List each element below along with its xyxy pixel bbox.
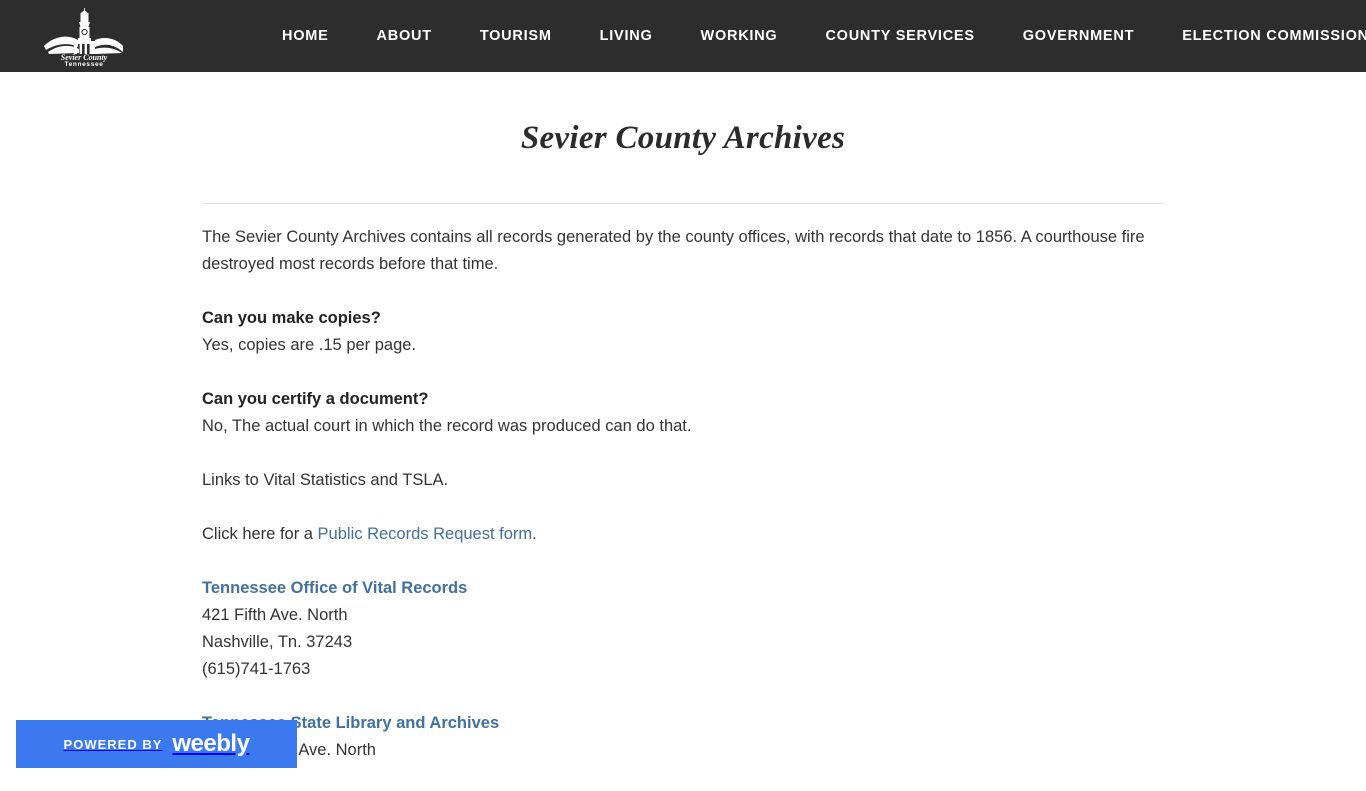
site-logo[interactable]: Sevier County Tennessee <box>38 6 130 68</box>
question-copies: Can you make copies? <box>202 309 381 327</box>
address-line: Nashville, Tn. 37243 <box>202 633 353 651</box>
page-title: Sevier County Archives <box>520 120 846 156</box>
sevier-county-courthouse-logo-icon: Sevier County Tennessee <box>44 8 123 68</box>
nav-item-working[interactable]: WORKING <box>689 28 790 44</box>
intro-paragraph: The Sevier County Archives contains all … <box>202 228 1145 273</box>
nav-item-about[interactable]: ABOUT <box>365 28 444 44</box>
links-note: Links to Vital Statistics and TSLA. <box>202 471 449 489</box>
address-block-vital-records: Tennessee Office of Vital Records 421 Fi… <box>202 575 1172 683</box>
nav-item-living[interactable]: LIVING <box>588 28 665 44</box>
powered-by-weebly-badge[interactable]: POWERED BY weebly <box>16 720 297 768</box>
main-navigation: HOME ABOUT TOURISM LIVING WORKING COUNTY… <box>270 0 1366 72</box>
tennessee-office-of-vital-records-link[interactable]: Tennessee Office of Vital Records <box>202 575 467 602</box>
page-content: The Sevier County Archives contains all … <box>202 224 1172 791</box>
nav-item-election-commission[interactable]: ELECTION COMMISSION <box>1170 28 1366 44</box>
phone-number: (615)741-1763 <box>202 660 311 678</box>
qa-block-copies: Can you make copies? Yes, copies are .15… <box>202 305 1172 359</box>
answer-certify: No, The actual court in which the record… <box>202 417 692 435</box>
request-line-suffix: . <box>532 525 537 543</box>
logo-text-line2: Tennessee <box>65 61 104 66</box>
horizontal-divider <box>202 203 1163 204</box>
nav-item-home[interactable]: HOME <box>270 28 341 44</box>
nav-item-tourism[interactable]: TOURISM <box>468 28 564 44</box>
address-line: 403 Seventh Ave. North <box>202 741 376 759</box>
public-records-request-line: Click here for a Public Records Request … <box>202 521 1172 548</box>
powered-by-label: POWERED BY <box>63 736 163 752</box>
qa-block-certify: Can you certify a document? No, The actu… <box>202 386 1172 440</box>
public-records-request-form-link[interactable]: Public Records Request form <box>318 525 533 543</box>
nav-item-county-services[interactable]: COUNTY SERVICES <box>813 28 986 44</box>
page-body: Sevier County Archives The Sevier County… <box>0 72 1366 759</box>
question-certify: Can you certify a document? <box>202 390 429 408</box>
request-line-prefix: Click here for a <box>202 525 318 543</box>
address-block-state-library: Tennessee State Library and Archives 403… <box>202 710 1172 764</box>
site-header: Sevier County Tennessee HOME ABOUT TOURI… <box>0 0 1366 72</box>
weebly-wordmark: weebly <box>172 730 250 757</box>
answer-copies: Yes, copies are .15 per page. <box>202 336 417 354</box>
address-line: 421 Fifth Ave. North <box>202 606 348 624</box>
nav-item-government[interactable]: GOVERNMENT <box>1011 28 1146 44</box>
